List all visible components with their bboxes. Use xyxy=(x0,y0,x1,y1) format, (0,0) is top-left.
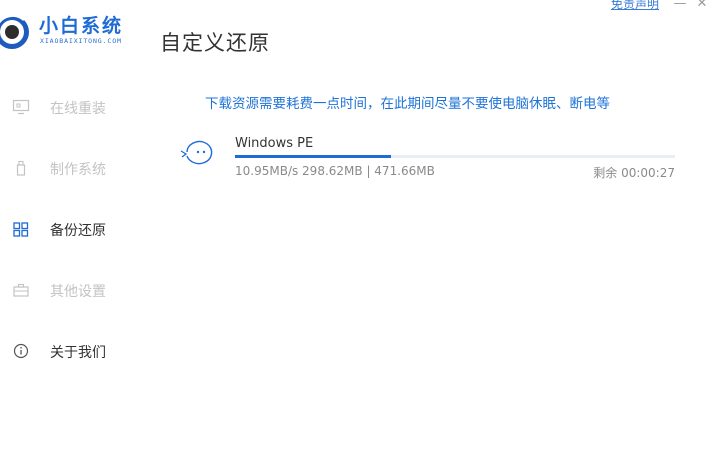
disclaimer-link[interactable]: 免责声明 xyxy=(611,0,659,12)
page-title: 自定义还原 xyxy=(160,31,270,55)
download-face-icon xyxy=(179,138,217,166)
sidebar-item-other-settings[interactable]: 其他设置 xyxy=(0,278,150,302)
monitor-icon xyxy=(12,99,30,115)
download-progress-bar xyxy=(235,155,675,158)
close-button[interactable]: ✕ xyxy=(691,0,713,11)
download-notice: 下载资源需要耗费一点时间，在此期间尽量不要使电脑休眠、断电等 xyxy=(205,96,610,112)
sidebar-item-label: 制作系统 xyxy=(50,162,106,178)
sidebar-item-label: 其他设置 xyxy=(50,284,106,300)
info-icon xyxy=(12,343,30,359)
download-progress-fill xyxy=(235,155,392,158)
sidebar-item-online-reinstall[interactable]: 在线重装 xyxy=(0,95,150,119)
sidebar-item-label: 关于我们 xyxy=(50,345,106,361)
sidebar-item-about-us[interactable]: 关于我们 xyxy=(0,339,150,363)
usb-drive-icon xyxy=(12,160,30,176)
window-controls: 免责声明 — ✕ xyxy=(611,0,713,12)
download-stats: 10.95MB/s 298.62MB | 471.66MB xyxy=(235,164,435,178)
sidebar-item-make-system[interactable]: 制作系统 xyxy=(0,156,150,180)
sidebar-item-label: 备份还原 xyxy=(50,223,106,239)
brand-subtitle: XIAOBAIXITONG.COM xyxy=(40,37,122,45)
sidebar-item-backup-restore[interactable]: 备份还原 xyxy=(0,217,150,241)
brand-name: 小白系统 xyxy=(39,15,124,37)
download-item-name: Windows PE xyxy=(235,136,314,151)
sidebar-item-label: 在线重装 xyxy=(50,101,106,117)
grid-icon xyxy=(12,221,30,237)
logo-icon xyxy=(0,14,30,50)
minimize-button[interactable]: — xyxy=(669,0,691,11)
download-time-remaining: 剩余 00:00:27 xyxy=(593,166,675,180)
briefcase-icon xyxy=(12,282,30,298)
